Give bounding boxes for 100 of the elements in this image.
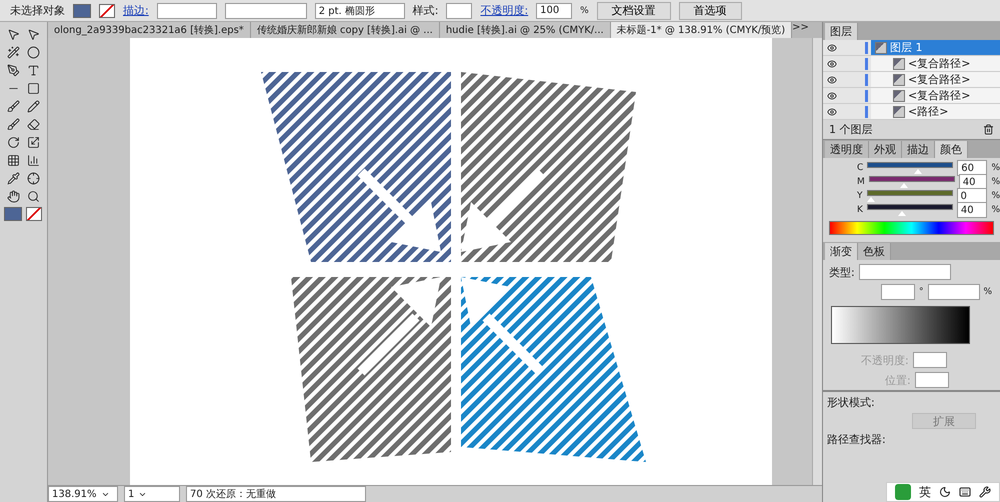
panel-tab[interactable]: 渐变 bbox=[825, 243, 858, 260]
panel-tab[interactable]: 颜色 bbox=[935, 141, 968, 158]
brush-icon[interactable] bbox=[6, 100, 20, 112]
channel-value-field[interactable]: 40 bbox=[956, 202, 988, 218]
visibility-icon[interactable] bbox=[827, 90, 837, 100]
layer-thumbnail bbox=[893, 90, 905, 102]
type-field[interactable] bbox=[858, 264, 951, 280]
layer-thumbnail bbox=[893, 106, 905, 118]
pen-icon[interactable] bbox=[6, 64, 20, 76]
color-spectrum[interactable] bbox=[829, 221, 994, 235]
delete-icon[interactable] bbox=[983, 124, 994, 135]
opacity-field bbox=[912, 352, 947, 368]
panel-tab[interactable]: 透明度 bbox=[825, 141, 869, 158]
layer-thumbnail bbox=[893, 74, 905, 86]
toolbar-button[interactable]: 文档设置 bbox=[596, 2, 671, 20]
gradient-preview[interactable] bbox=[831, 306, 970, 344]
layer-color-mark bbox=[865, 106, 868, 118]
style-field[interactable] bbox=[446, 2, 472, 18]
direct-selection-icon[interactable] bbox=[27, 28, 40, 40]
color-slider[interactable] bbox=[866, 204, 953, 216]
stroke-weight-field[interactable] bbox=[156, 2, 217, 18]
ime-logo-icon[interactable] bbox=[895, 484, 911, 500]
channel-label: M bbox=[857, 177, 865, 187]
layer-color-mark bbox=[865, 42, 868, 54]
mesh-icon[interactable] bbox=[6, 154, 20, 166]
type-label: 类型: bbox=[829, 264, 855, 280]
panel-tab[interactable]: 图层 bbox=[825, 23, 858, 40]
wrench-icon[interactable] bbox=[979, 486, 991, 498]
layer-row[interactable]: <路径> bbox=[871, 104, 1000, 120]
opacity-field[interactable]: 100 bbox=[536, 2, 572, 18]
layer-row[interactable]: <复合路径> bbox=[871, 72, 1000, 88]
stroke-swatch[interactable] bbox=[99, 4, 115, 18]
panel-tab[interactable]: 外观 bbox=[869, 141, 902, 158]
hand-icon[interactable] bbox=[6, 190, 20, 202]
status-field: 70 次还原：无重做 bbox=[186, 486, 366, 502]
angle-field[interactable] bbox=[881, 284, 915, 300]
pencil-icon[interactable] bbox=[27, 100, 40, 112]
selection-arrow-icon[interactable] bbox=[6, 28, 20, 40]
panel-tab[interactable]: 描边 bbox=[902, 141, 935, 158]
layer-row[interactable]: 图层 1 bbox=[871, 40, 1000, 56]
rectangle-icon[interactable] bbox=[27, 82, 40, 94]
type-icon[interactable] bbox=[27, 64, 40, 76]
ratio-field[interactable] bbox=[928, 284, 980, 300]
document-tab[interactable]: hudie [转换].ai @ 25% (CMYK/... bbox=[440, 22, 611, 38]
location-field bbox=[914, 372, 949, 388]
brush-field[interactable]: 2 pt. 椭圆形 bbox=[314, 2, 405, 18]
rotate-icon[interactable] bbox=[6, 136, 20, 148]
ime-language[interactable]: 英 bbox=[919, 484, 931, 500]
layer-color-mark bbox=[865, 90, 868, 102]
variable-width-field[interactable] bbox=[224, 2, 307, 18]
percent-label: % bbox=[991, 205, 1000, 215]
stroke-color-swatch[interactable] bbox=[26, 207, 42, 221]
opacity-link[interactable]: 不透明度: bbox=[480, 3, 528, 18]
layer-count: 1 个图层 bbox=[829, 122, 872, 137]
moon-icon[interactable] bbox=[939, 486, 951, 498]
fill-swatch[interactable] bbox=[73, 4, 91, 18]
graph-icon[interactable] bbox=[27, 154, 40, 166]
layer-thumbnail bbox=[875, 42, 887, 54]
stroke-link[interactable]: 描边: bbox=[123, 3, 149, 18]
layer-row[interactable]: <复合路径> bbox=[871, 88, 1000, 104]
shape-modes-label: 形状模式: bbox=[827, 395, 876, 410]
toolbar-button[interactable]: 首选项 bbox=[678, 2, 742, 20]
document-tab[interactable]: 未标题-1* @ 138.91% (CMYK/预览) bbox=[610, 22, 792, 38]
opacity-label: 不透明度: bbox=[861, 352, 909, 368]
visibility-icon[interactable] bbox=[827, 74, 837, 84]
location-label: 位置: bbox=[885, 372, 911, 388]
visibility-icon[interactable] bbox=[827, 42, 837, 52]
zoom-field[interactable]: 138.91% bbox=[48, 486, 118, 502]
document-tab[interactable]: 传统婚庆新郎新娘 copy [转换].ai @ ... bbox=[250, 22, 440, 38]
zoom-icon[interactable] bbox=[27, 190, 40, 202]
degree-label: ° bbox=[919, 287, 924, 297]
visibility-icon[interactable] bbox=[827, 58, 837, 68]
page-field[interactable]: 1 bbox=[124, 486, 180, 502]
percent-label: % bbox=[984, 287, 992, 297]
percent-label: % bbox=[991, 163, 1000, 173]
layer-color-mark bbox=[865, 58, 868, 70]
channel-label: C bbox=[857, 163, 864, 173]
crosshair-icon[interactable] bbox=[27, 172, 40, 184]
lasso-icon[interactable] bbox=[27, 46, 40, 58]
selection-status: 未选择对象 bbox=[10, 3, 65, 18]
style-label: 样式: bbox=[412, 3, 438, 18]
tabs-overflow[interactable]: >> bbox=[792, 22, 809, 38]
channel-label: Y bbox=[857, 191, 862, 201]
pathfinder-label: 路径查找器: bbox=[827, 432, 887, 447]
keyboard-icon[interactable] bbox=[959, 486, 971, 498]
layer-color-mark bbox=[865, 74, 868, 86]
slider-thumb[interactable] bbox=[898, 210, 906, 216]
panel-tab[interactable]: 色板 bbox=[858, 243, 891, 260]
fill-color-swatch[interactable] bbox=[4, 207, 22, 221]
layer-row[interactable]: <复合路径> bbox=[871, 56, 1000, 72]
eraser-icon[interactable] bbox=[27, 118, 40, 130]
scale-icon[interactable] bbox=[27, 136, 40, 148]
document-tab[interactable]: olong_2a9339bac23321a6 [转换].eps* bbox=[48, 22, 251, 38]
channel-label: K bbox=[857, 205, 863, 215]
visibility-icon[interactable] bbox=[827, 106, 837, 116]
magic-wand-icon[interactable] bbox=[6, 46, 20, 58]
blob-brush-icon[interactable] bbox=[6, 118, 20, 130]
percent-label: % bbox=[991, 191, 1000, 201]
eyedropper-icon[interactable] bbox=[6, 172, 20, 184]
layer-thumbnail bbox=[893, 58, 905, 70]
